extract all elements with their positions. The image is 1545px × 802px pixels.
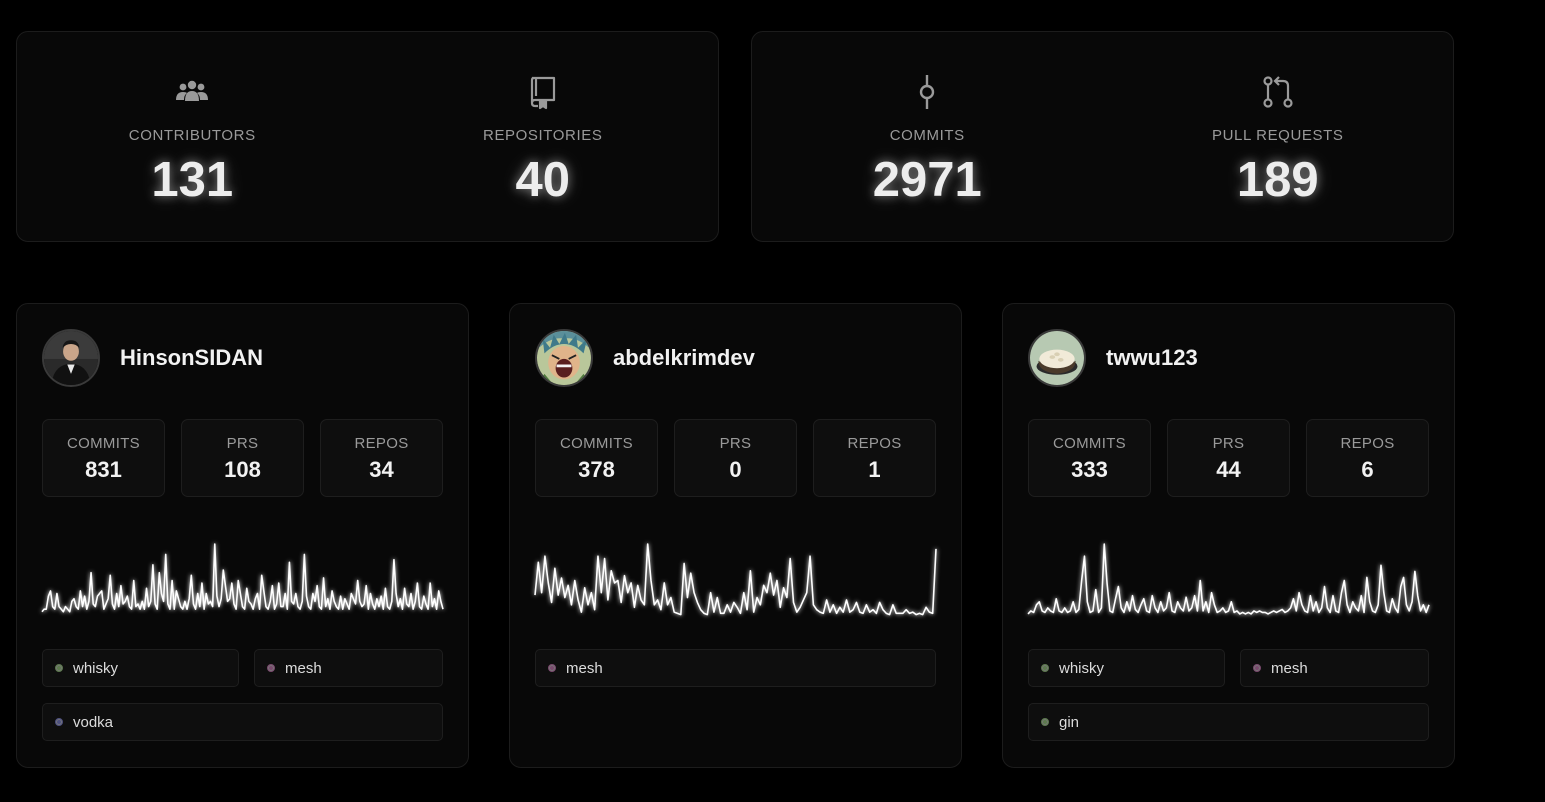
mini-stat-value: 44 [1216,457,1241,482]
summary-panel-right: COMMITS 2971 PULL REQUESTS 189 [751,31,1454,242]
contributor-header: twwu123 [1028,329,1198,387]
mini-stat-label: COMMITS [560,435,633,452]
mini-stat-repos: REPOS 34 [320,419,443,497]
stat-label: COMMITS [889,127,965,144]
mini-stat-repos: REPOS 6 [1306,419,1429,497]
summary-panel-left: CONTRIBUTORS 131 REPOSITORIES 40 [16,31,719,242]
tag-dot [1253,664,1261,672]
stat-pull-requests: PULL REQUESTS 189 [1103,32,1454,241]
mini-stat-value: 1 [868,457,881,482]
mini-stat-value: 831 [85,457,122,482]
tag-label: gin [1059,713,1080,731]
avatar[interactable] [1028,329,1086,387]
contributor-card[interactable]: twwu123 COMMITS 333 PRS 44 REPOS 6 whisk… [1002,303,1455,768]
activity-line [41,543,444,613]
sparkline-svg [534,543,937,616]
stat-commits: COMMITS 2971 [752,32,1103,241]
pull-request-icon [1260,74,1296,110]
contributor-card[interactable]: abdelkrimdev COMMITS 378 PRS 0 REPOS 1 m… [509,303,962,768]
mini-stat-value: 0 [729,457,742,482]
commit-icon [909,74,945,110]
tag-label: vodka [73,713,114,731]
tag-mesh[interactable]: mesh [254,649,443,687]
stat-contributors: CONTRIBUTORS 131 [17,32,368,241]
sparkline-svg [41,543,444,613]
mini-stat-prs: PRS 0 [674,419,797,497]
activity-sparkline [1027,532,1430,622]
tag-gin[interactable]: gin [1028,703,1429,741]
tag-label: whisky [73,659,119,677]
mini-stat-value: 6 [1361,457,1374,482]
project-tags: whisky mesh gin [1028,649,1429,741]
tag-mesh[interactable]: mesh [535,649,936,687]
mini-stat-prs: PRS 108 [181,419,304,497]
mini-stat-label: REPOS [847,435,902,452]
stat-label: PULL REQUESTS [1212,127,1344,144]
mini-stat-commits: COMMITS 333 [1028,419,1151,497]
username[interactable]: HinsonSIDAN [120,345,263,371]
mini-stat-value: 378 [578,457,615,482]
mini-stat-commits: COMMITS 831 [42,419,165,497]
tag-whisky[interactable]: whisky [42,649,239,687]
stat-value: 131 [151,153,234,207]
project-tags: mesh [535,649,936,687]
mini-stat-label: PRS [719,435,752,452]
tag-dot [55,718,63,726]
tag-label: whisky [1059,659,1105,677]
mini-stat-label: COMMITS [1053,435,1126,452]
mini-stat-repos: REPOS 1 [813,419,936,497]
stat-label: REPOSITORIES [483,127,603,144]
users-icon [174,74,210,110]
activity-sparkline [41,532,444,622]
tag-label: mesh [566,659,603,677]
contributor-stats: COMMITS 378 PRS 0 REPOS 1 [535,419,936,497]
tag-dot [267,664,275,672]
avatar[interactable] [42,329,100,387]
mini-stat-prs: PRS 44 [1167,419,1290,497]
repo-icon [525,74,561,110]
tag-vodka[interactable]: vodka [42,703,443,741]
stat-value: 40 [515,153,570,207]
dashboard: CONTRIBUTORS 131 REPOSITORIES 40 COMMITS… [0,0,1545,802]
mini-stat-commits: COMMITS 378 [535,419,658,497]
tag-whisky[interactable]: whisky [1028,649,1225,687]
mini-stat-label: PRS [1212,435,1245,452]
stat-repositories: REPOSITORIES 40 [368,32,719,241]
tag-dot [1041,718,1049,726]
tag-dot [1041,664,1049,672]
contributor-card[interactable]: HinsonSIDAN COMMITS 831 PRS 108 REPOS 34… [16,303,469,768]
mini-stat-label: PRS [226,435,259,452]
avatar[interactable] [535,329,593,387]
mini-stat-label: REPOS [1340,435,1395,452]
mini-stat-label: COMMITS [67,435,140,452]
tag-label: mesh [1271,659,1308,677]
stat-label: CONTRIBUTORS [128,127,256,144]
mini-stat-label: REPOS [354,435,409,452]
tag-label: mesh [285,659,322,677]
username[interactable]: twwu123 [1106,345,1198,371]
contributor-header: HinsonSIDAN [42,329,263,387]
activity-sparkline [534,532,937,622]
mini-stat-value: 34 [369,457,394,482]
username[interactable]: abdelkrimdev [613,345,755,371]
activity-line [1027,543,1430,615]
stat-value: 189 [1236,153,1319,207]
sparkline-svg [1027,543,1430,615]
mini-stat-value: 333 [1071,457,1108,482]
tag-mesh[interactable]: mesh [1240,649,1429,687]
contributor-stats: COMMITS 831 PRS 108 REPOS 34 [42,419,443,497]
mini-stat-value: 108 [224,457,261,482]
contributor-header: abdelkrimdev [535,329,755,387]
tag-dot [55,664,63,672]
tag-dot [548,664,556,672]
activity-line [534,543,937,616]
stat-value: 2971 [872,153,982,207]
project-tags: whisky mesh vodka [42,649,443,741]
contributor-stats: COMMITS 333 PRS 44 REPOS 6 [1028,419,1429,497]
